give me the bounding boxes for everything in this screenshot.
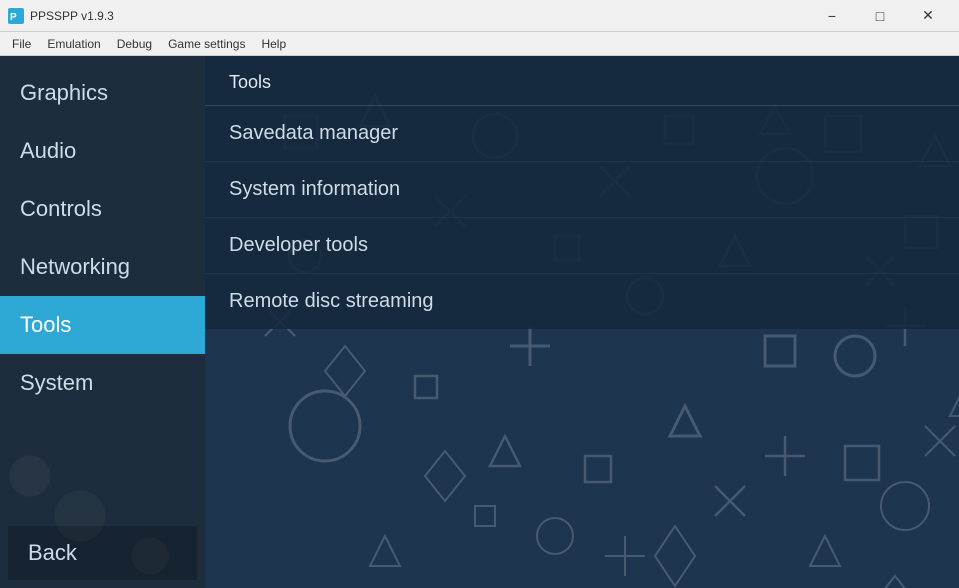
titlebar-left: P PPSSPP v1.9.3 xyxy=(8,8,114,24)
tools-savedata-manager[interactable]: Savedata manager xyxy=(205,106,959,162)
content-list: Savedata manager System information Deve… xyxy=(205,106,959,329)
titlebar: P PPSSPP v1.9.3 − □ ✕ xyxy=(0,0,959,32)
content-title: Tools xyxy=(205,56,959,106)
minimize-button[interactable]: − xyxy=(809,0,855,32)
menubar: File Emulation Debug Game settings Help xyxy=(0,32,959,56)
svg-text:P: P xyxy=(10,12,17,23)
tools-developer-tools[interactable]: Developer tools xyxy=(205,218,959,274)
menu-file[interactable]: File xyxy=(4,35,39,53)
content-area: Tools Savedata manager System informatio… xyxy=(205,56,959,588)
menu-gamesettings[interactable]: Game settings xyxy=(160,35,253,53)
close-button[interactable]: ✕ xyxy=(905,0,951,32)
content-panel: Tools Savedata manager System informatio… xyxy=(205,56,959,329)
menu-debug[interactable]: Debug xyxy=(109,35,160,53)
menu-emulation[interactable]: Emulation xyxy=(39,35,108,53)
sidebar-item-system[interactable]: System xyxy=(0,354,205,412)
app-icon: P xyxy=(8,8,24,24)
sidebar-item-audio[interactable]: Audio xyxy=(0,122,205,180)
sidebar-nav: Graphics Audio Controls Networking Tools… xyxy=(0,56,205,518)
tools-system-information[interactable]: System information xyxy=(205,162,959,218)
maximize-button[interactable]: □ xyxy=(857,0,903,32)
back-button[interactable]: Back xyxy=(8,526,197,580)
sidebar-item-networking[interactable]: Networking xyxy=(0,238,205,296)
main-area: Graphics Audio Controls Networking Tools… xyxy=(0,56,959,588)
sidebar-item-tools[interactable]: Tools xyxy=(0,296,205,354)
app-title: PPSSPP v1.9.3 xyxy=(30,9,114,23)
sidebar-item-controls[interactable]: Controls xyxy=(0,180,205,238)
titlebar-controls: − □ ✕ xyxy=(809,0,951,32)
menu-help[interactable]: Help xyxy=(253,35,294,53)
tools-remote-disc-streaming[interactable]: Remote disc streaming xyxy=(205,274,959,329)
sidebar-item-graphics[interactable]: Graphics xyxy=(0,64,205,122)
sidebar: Graphics Audio Controls Networking Tools… xyxy=(0,56,205,588)
